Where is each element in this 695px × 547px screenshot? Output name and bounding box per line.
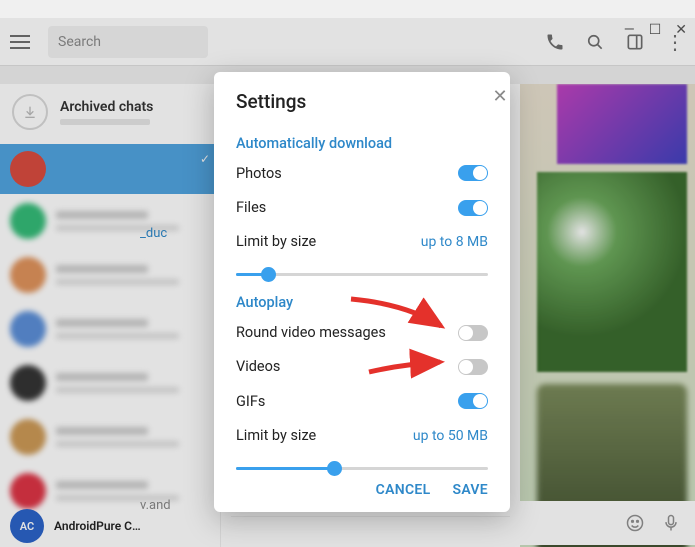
limit-row-2: Limit by size up to 50 MB	[236, 418, 488, 452]
limit-slider-1[interactable]	[236, 259, 488, 288]
photos-toggle[interactable]	[458, 165, 488, 181]
limit-label-2: Limit by size	[236, 427, 316, 444]
modal-title: Settings	[236, 90, 488, 113]
autoplay-section: Autoplay	[236, 294, 488, 311]
videos-row: Videos	[236, 350, 488, 384]
limit-value-2: up to 50 MB	[413, 428, 488, 444]
files-row: Files	[236, 190, 488, 224]
files-toggle[interactable]	[458, 200, 488, 216]
cancel-button[interactable]: CANCEL	[376, 482, 431, 498]
limit-value-1: up to 8 MB	[421, 234, 488, 250]
gifs-toggle[interactable]	[458, 393, 488, 409]
gifs-label: GIFs	[236, 393, 265, 410]
close-icon[interactable]: ✕	[486, 82, 514, 110]
limit-label: Limit by size	[236, 233, 316, 250]
videos-toggle[interactable]	[458, 359, 488, 375]
limit-slider-2[interactable]	[236, 453, 488, 482]
round-video-toggle[interactable]	[458, 325, 488, 341]
auto-download-section: Automatically download	[236, 135, 488, 152]
photos-row: Photos	[236, 156, 488, 190]
save-button[interactable]: SAVE	[452, 482, 488, 498]
round-video-label: Round video messages	[236, 324, 386, 341]
videos-label: Videos	[236, 358, 280, 375]
limit-row-1: Limit by size up to 8 MB	[236, 225, 488, 259]
round-video-row: Round video messages	[236, 315, 488, 349]
files-label: Files	[236, 199, 266, 216]
photos-label: Photos	[236, 165, 282, 182]
modal-actions: CANCEL SAVE	[236, 482, 488, 498]
settings-modal: ✕ Settings Automatically download Photos…	[214, 72, 510, 512]
gifs-row: GIFs	[236, 384, 488, 418]
